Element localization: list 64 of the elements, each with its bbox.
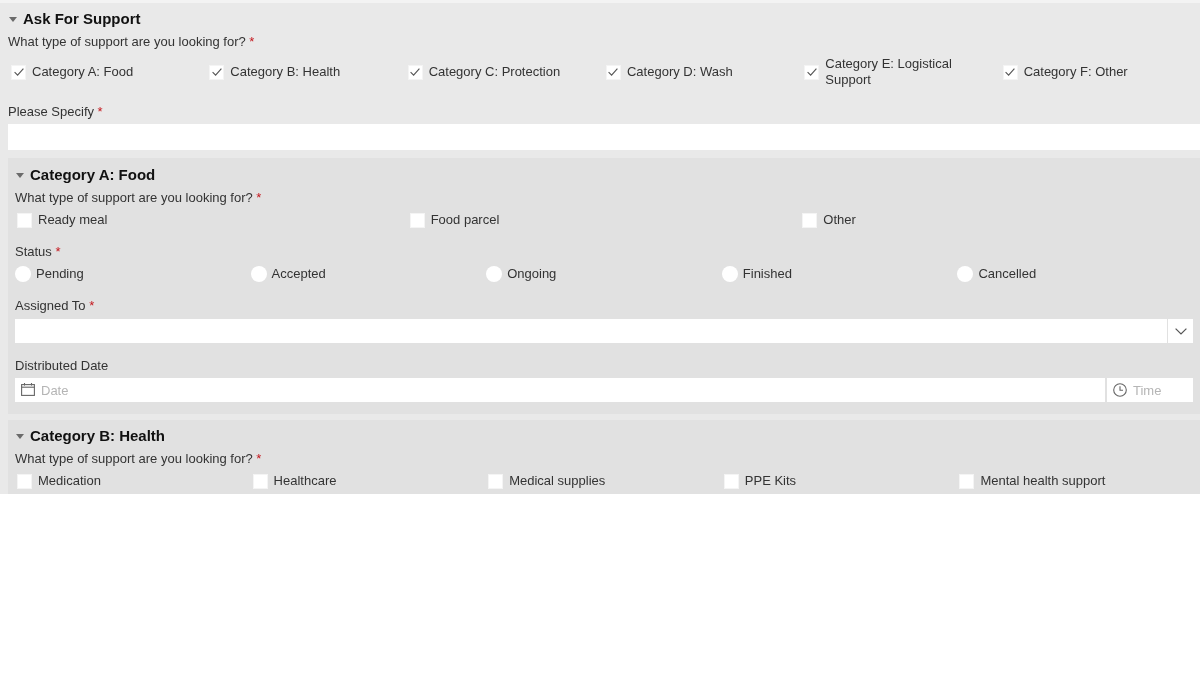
checkbox[interactable] <box>11 64 26 80</box>
section-title: Ask For Support <box>23 9 141 29</box>
calendar-icon <box>21 383 35 396</box>
checkbox[interactable] <box>252 473 268 489</box>
date-field[interactable]: Date <box>15 378 1105 402</box>
checkbox[interactable] <box>1002 64 1018 80</box>
section-title: Category B: Health <box>30 426 166 446</box>
field-label: Assigned To * <box>15 297 96 315</box>
checkbox-label: Category D: Wash <box>627 64 734 80</box>
chevron-down-icon <box>1174 327 1187 335</box>
radio-label: Finished <box>742 266 793 282</box>
radio-label: Ongoing <box>507 266 558 282</box>
field-label: What type of support are you looking for? * <box>8 33 256 51</box>
field-label: Status * <box>15 243 62 261</box>
radio-label: Cancelled <box>978 266 1038 282</box>
checkbox-label: Category A: Food <box>32 64 135 80</box>
checkmark-icon <box>211 68 222 76</box>
checkbox-label: Food parcel <box>430 212 501 228</box>
radio-label: Pending <box>36 266 85 282</box>
checkbox-label: Category E: Logistical Support <box>825 56 953 88</box>
radio-button[interactable] <box>250 266 267 282</box>
radio-button[interactable] <box>486 266 503 282</box>
time-field[interactable]: Time <box>1107 378 1193 402</box>
radio-label: Accepted <box>271 266 327 282</box>
checkbox[interactable] <box>959 473 975 489</box>
caret-icon[interactable] <box>16 433 24 439</box>
checkbox[interactable] <box>488 473 504 489</box>
field-label: What type of support are you looking for? * <box>15 189 263 207</box>
checkbox-label: Healthcare <box>273 473 338 489</box>
checkbox-label: Category F: Other <box>1023 64 1129 80</box>
checkbox[interactable] <box>409 212 425 228</box>
checkbox-label: Ready meal <box>38 212 109 228</box>
field-label: What type of support are you looking for? * <box>15 450 263 468</box>
checkbox-label: PPE Kits <box>744 473 798 489</box>
checkmark-icon <box>410 68 421 76</box>
checkbox[interactable] <box>804 64 820 80</box>
checkbox[interactable] <box>209 64 225 80</box>
checkbox-label: Medical supplies <box>509 473 607 489</box>
clock-icon <box>1113 383 1127 397</box>
checkbox-label: Category B: Health <box>230 64 342 80</box>
checkbox-label: Mental health support <box>980 473 1107 489</box>
checkbox[interactable] <box>17 212 32 228</box>
field-label: Distributed Date <box>15 357 110 375</box>
checkmark-icon <box>13 68 24 76</box>
checkbox[interactable] <box>723 473 739 489</box>
checkbox[interactable] <box>17 473 32 489</box>
checkbox[interactable] <box>802 212 818 228</box>
caret-icon[interactable] <box>16 172 24 178</box>
checkbox-label: Other <box>823 212 857 228</box>
field-label: Please Specify * <box>8 103 104 121</box>
checkbox[interactable] <box>606 64 621 80</box>
radio-button[interactable] <box>15 266 31 282</box>
radio-button[interactable] <box>957 266 974 282</box>
radio-button[interactable] <box>721 266 738 282</box>
checkmark-icon <box>806 68 817 76</box>
checkbox-label: Category C: Protection <box>428 64 562 80</box>
select-field[interactable] <box>15 319 1167 343</box>
checkmark-icon <box>1005 68 1016 76</box>
checkmark-icon <box>608 68 619 76</box>
checkbox[interactable] <box>407 64 423 80</box>
checkbox-label: Medication <box>38 473 102 489</box>
dropdown-button[interactable] <box>1168 319 1193 343</box>
caret-icon[interactable] <box>9 16 17 22</box>
section-title: Category A: Food <box>30 165 156 185</box>
